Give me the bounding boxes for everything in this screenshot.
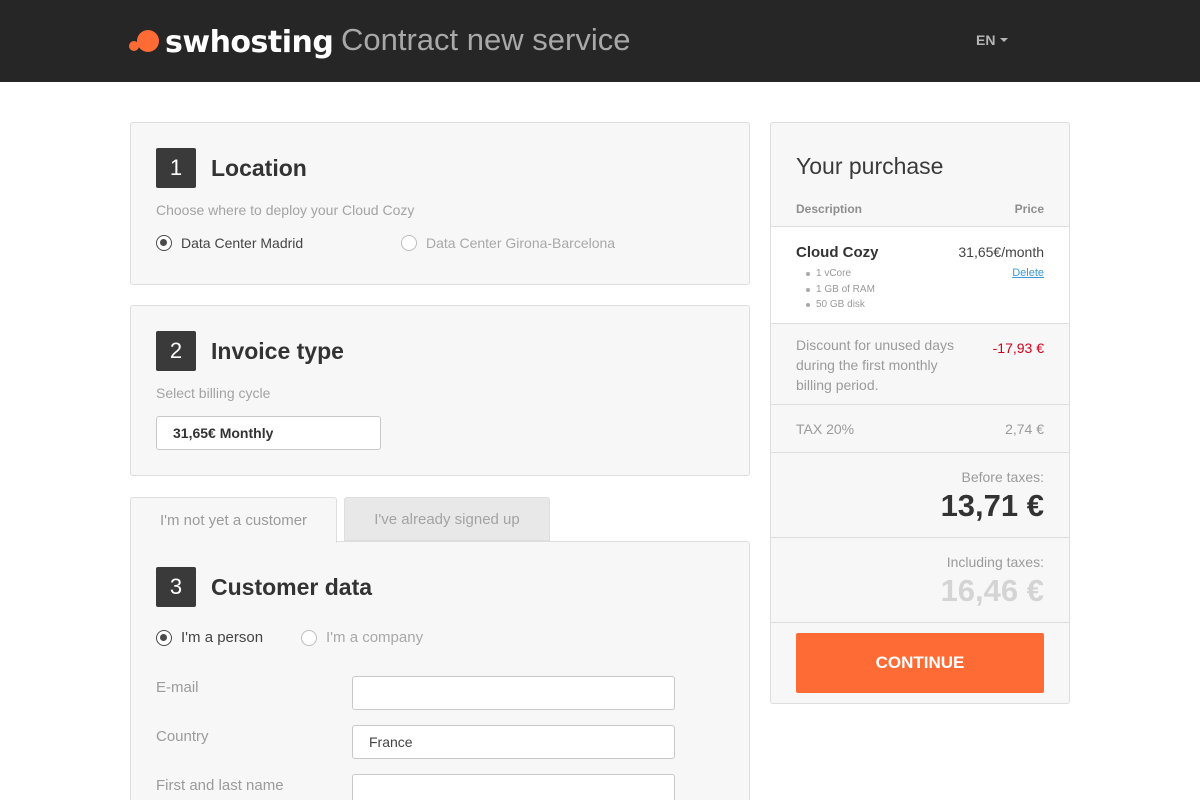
purchase-summary: Your purchase Description Price Cloud Co… [770, 122, 1070, 704]
before-taxes-row: Before taxes: 13,71 € [771, 453, 1069, 538]
summary-table-header: Description Price [771, 199, 1069, 227]
radio-unchecked-icon [301, 629, 317, 646]
location-heading: 1 Location [156, 148, 307, 188]
section-title: Location [211, 154, 307, 181]
tax-label: TAX 20% [796, 421, 855, 437]
invoice-hint: Select billing cycle [156, 385, 271, 401]
product-row: Cloud Cozy 31,65€/month Delete 1 vCore 1… [771, 227, 1069, 324]
step-number-badge: 3 [156, 567, 196, 607]
description-column-header: Description [796, 202, 863, 216]
step-number-badge: 1 [156, 148, 196, 188]
summary-title: Your purchase [796, 153, 944, 179]
tax-amount: 2,74 € [1005, 421, 1044, 437]
country-field[interactable]: France [352, 725, 675, 759]
radio-datacenter-girona[interactable]: Data Center Girona-Barcelona [401, 235, 615, 251]
continue-button[interactable]: CONTINUE [796, 633, 1044, 693]
logo-bubbles-icon [129, 27, 161, 57]
page-title: Contract new service [341, 22, 631, 57]
customer-heading: 3 Customer data [156, 567, 372, 607]
tab-existing-customer[interactable]: I've already signed up [344, 497, 550, 541]
radio-label: I'm a person [181, 629, 264, 646]
section-title: Invoice type [211, 337, 344, 364]
tax-row: TAX 20% 2,74 € [771, 405, 1069, 453]
invoice-panel: 2 Invoice type Select billing cycle 31,6… [130, 305, 750, 476]
spec-item: 50 GB disk [806, 297, 875, 313]
including-taxes-row: Including taxes: 16,46 € [771, 538, 1069, 623]
before-taxes-label: Before taxes: [961, 469, 1045, 485]
including-taxes-total: 16,46 € [940, 573, 1044, 608]
including-taxes-label: Including taxes: [946, 554, 1044, 570]
invoice-heading: 2 Invoice type [156, 331, 344, 371]
location-panel: 1 Location Choose where to deploy your C… [130, 122, 750, 285]
radio-person[interactable]: I'm a person [156, 629, 263, 646]
location-hint: Choose where to deploy your Cloud Cozy [156, 202, 415, 218]
language-label: EN [976, 32, 996, 48]
discount-row: Discount for unused days during the firs… [771, 324, 1069, 405]
product-price: 31,65€/month [958, 244, 1044, 260]
spec-item: 1 GB of RAM [806, 282, 875, 298]
section-title: Customer data [211, 573, 373, 600]
radio-checked-icon [156, 629, 172, 646]
chevron-down-icon [1000, 38, 1009, 42]
spec-item: 1 vCore [806, 266, 875, 282]
delete-product-link[interactable]: Delete [1012, 267, 1044, 279]
brand-name: swhosting [165, 24, 334, 60]
customer-panel: 3 Customer data I'm a person I'm a compa… [130, 541, 750, 800]
tab-new-customer[interactable]: I'm not yet a customer [130, 497, 337, 543]
radio-label: Data Center Madrid [181, 235, 304, 251]
email-field[interactable] [352, 676, 675, 710]
country-label: Country [156, 728, 209, 745]
before-taxes-total: 13,71 € [940, 488, 1044, 523]
radio-datacenter-madrid[interactable]: Data Center Madrid [156, 235, 303, 251]
step-number-badge: 2 [156, 331, 196, 371]
product-name: Cloud Cozy [796, 244, 879, 261]
billing-cycle-select[interactable]: 31,65€ Monthly [156, 416, 381, 450]
radio-unchecked-icon [401, 235, 417, 251]
price-column-header: Price [1014, 202, 1044, 216]
radio-label: Data Center Girona-Barcelona [426, 235, 616, 251]
name-label: First and last name [156, 777, 284, 794]
brand-logo[interactable]: swhosting [129, 22, 334, 62]
radio-label: I'm a company [326, 629, 424, 646]
email-label: E-mail [156, 679, 199, 696]
radio-company[interactable]: I'm a company [301, 629, 423, 646]
name-field[interactable] [352, 774, 675, 800]
top-header: swhosting Contract new service EN [0, 0, 1200, 82]
radio-checked-icon [156, 235, 172, 251]
language-selector[interactable]: EN [976, 32, 1009, 48]
discount-description: Discount for unused days during the firs… [796, 337, 954, 393]
product-specs: 1 vCore 1 GB of RAM 50 GB disk [806, 266, 875, 313]
discount-amount: -17,93 € [992, 340, 1044, 356]
